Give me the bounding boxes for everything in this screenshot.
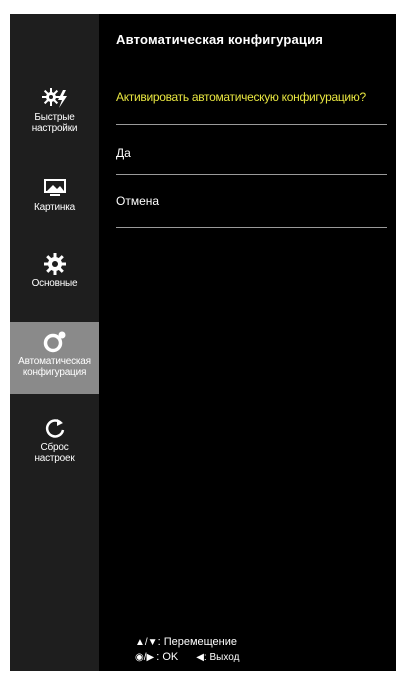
page-title: Автоматическая конфигурация [116, 32, 324, 47]
ok-hint-label: : OK [156, 651, 179, 663]
confirm-question: Активировать автоматическую конфигурацию… [116, 90, 366, 104]
sidebar-item-picture[interactable]: Картинка [10, 174, 99, 222]
divider [116, 124, 387, 125]
divider [116, 174, 387, 175]
divider [116, 227, 387, 228]
sidebar-item-quick-settings[interactable]: Быстрые настройки [10, 84, 99, 146]
move-hint-label: : Перемещение [157, 636, 238, 648]
left-arrow-icon: ◀ [196, 652, 204, 663]
sidebar-item-reset[interactable]: Сброс настроек [10, 414, 99, 478]
sidebar-item-label: Картинка [34, 202, 75, 213]
main-panel: Автоматическая конфигурация Активировать… [99, 14, 396, 671]
option-cancel[interactable]: Отмена [116, 190, 387, 212]
sidebar-item-label: Сброс настроек [34, 442, 75, 464]
sidebar-item-auto-config[interactable]: Автоматическая конфигурация [10, 322, 99, 394]
sidebar-item-label: Быстрые настройки [31, 112, 78, 134]
sidebar-item-label: Основные [31, 278, 78, 289]
auto-config-icon [41, 328, 69, 356]
osd-window: Быстрые настройки Картинка Основные Авто… [10, 14, 396, 671]
quick-settings-icon [41, 84, 69, 112]
option-yes[interactable]: Да [116, 142, 387, 164]
gear-icon [41, 250, 69, 278]
sidebar: Быстрые настройки Картинка Основные Авто… [10, 14, 99, 671]
exit-hint-label: : Выход [203, 652, 240, 663]
reset-icon [41, 414, 69, 442]
up-down-arrows-icon: ▲/▼ [135, 637, 158, 648]
ok-right-icon: ◉/▶ [135, 652, 155, 663]
sidebar-item-general[interactable]: Основные [10, 250, 99, 300]
picture-icon [41, 174, 69, 202]
sidebar-item-label: Автоматическая конфигурация [18, 356, 91, 378]
key-hints: ▲/▼ : Перемещение ◉/▶ : OK ◀ : Выход [135, 635, 239, 665]
